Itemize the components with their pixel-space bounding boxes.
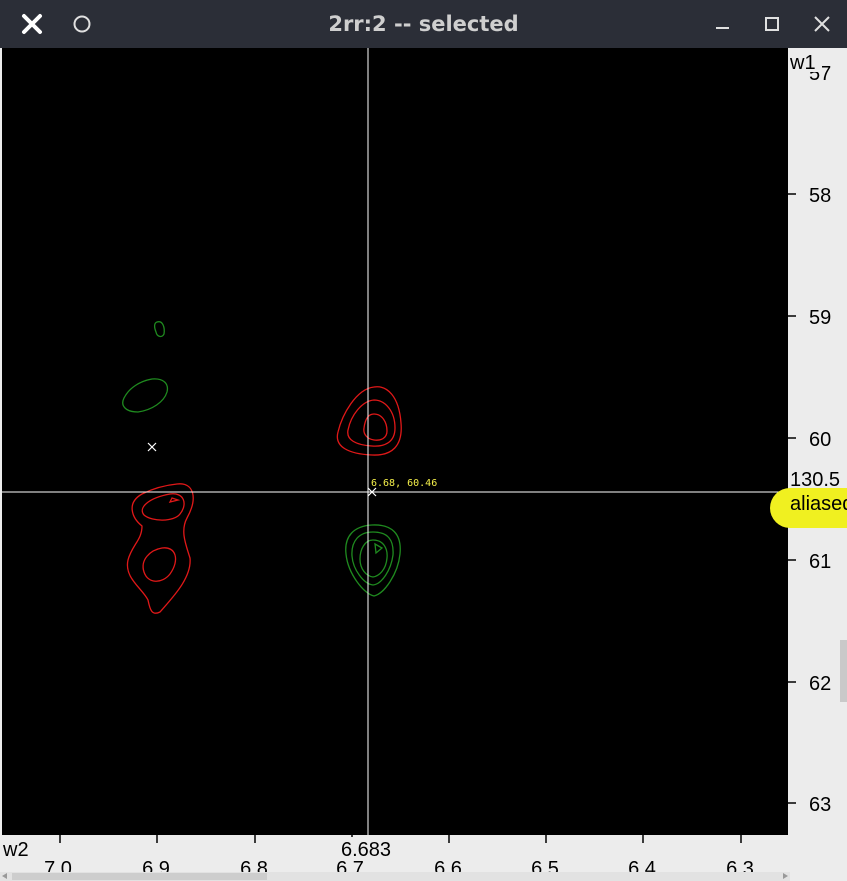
negative-contours (122, 321, 401, 597)
w1-axis-label: w1 (789, 52, 816, 74)
w1-tick-label: 58 (809, 185, 831, 207)
w2-axis-label: w2 (2, 839, 29, 861)
peak-e-contour (374, 542, 384, 555)
cursor-readout: 6.68, 60.46 (371, 478, 437, 489)
peak-b-contour (141, 493, 185, 521)
horizontal-scrollbar[interactable] (0, 872, 790, 881)
w1-tick-label: 59 (809, 307, 831, 329)
maximize-icon[interactable] (758, 10, 786, 38)
w2-cursor-value: 6.683 (341, 839, 391, 861)
w1-tick-label: 61 (809, 551, 831, 573)
spectrum-canvas[interactable]: 6.68, 60.46 (2, 48, 788, 835)
title-bar: 2rr:2 -- selected (0, 0, 847, 48)
scroll-thumb[interactable] (12, 873, 267, 880)
scroll-left-icon[interactable] (2, 873, 7, 879)
peak-b-contour (142, 547, 177, 582)
scroll-right-icon[interactable] (783, 873, 788, 879)
peak-a-contour (336, 386, 402, 456)
close-icon[interactable] (808, 10, 836, 38)
peak-a-contour (363, 413, 388, 441)
minimize-icon[interactable] (708, 10, 736, 38)
w1-tick-label: 63 (809, 794, 831, 816)
peak-b-contour (168, 497, 181, 503)
peak-d-contour (122, 378, 169, 413)
positive-contours (126, 386, 402, 614)
peak-c-contour (153, 321, 165, 338)
crosshair-cursor (2, 48, 788, 835)
w1-tick-label: 62 (809, 673, 831, 695)
peak-marker-icon (147, 442, 157, 452)
vertical-scrollbar[interactable] (840, 640, 847, 702)
w1-axis: 57 58 59 60 61 62 63 w1 130.5 (788, 48, 847, 835)
w1-tick-label: 60 (809, 429, 831, 451)
peak-e-contour (359, 539, 388, 578)
aliased-label: aliased (790, 493, 847, 515)
